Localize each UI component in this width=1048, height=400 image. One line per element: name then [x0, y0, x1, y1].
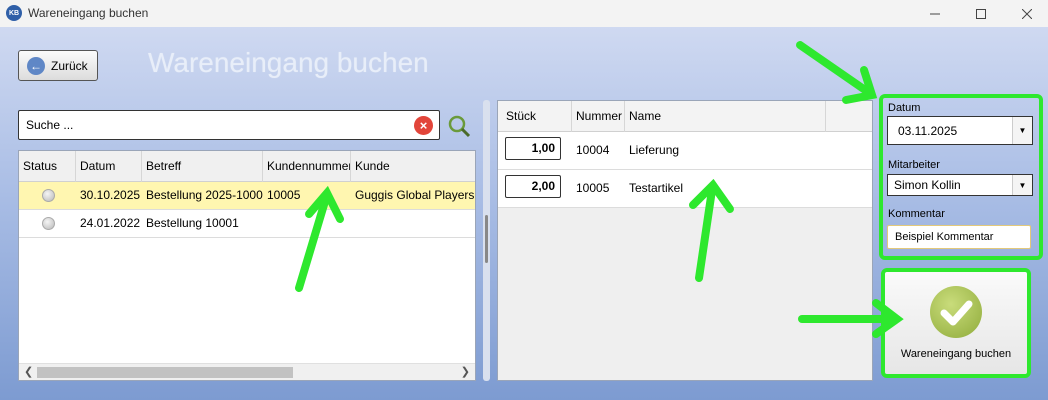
status-indicator-icon	[42, 189, 55, 202]
arrow-left-icon: ←	[27, 56, 45, 75]
maximize-icon[interactable]	[958, 0, 1004, 27]
betreff-cell: Bestellung 2025-10002	[146, 188, 263, 202]
kundennummer-cell: 10005	[267, 188, 301, 202]
table-row[interactable]: 2,00 10005 Testartikel	[498, 170, 872, 208]
betreff-cell: Bestellung 10001	[146, 216, 239, 230]
status-cell	[19, 182, 76, 209]
back-button-label: Zurück	[51, 58, 88, 73]
scroll-right-icon[interactable]: ❯	[461, 365, 470, 378]
column-header-name[interactable]: Name	[625, 101, 826, 132]
column-header-datum[interactable]: Datum	[76, 151, 142, 182]
table-row[interactable]: 24.01.2022 Bestellung 10001	[19, 210, 475, 238]
column-header-nummer[interactable]: Nummer	[572, 101, 625, 132]
close-icon[interactable]	[1004, 0, 1048, 27]
kundennummer-cell	[263, 210, 351, 237]
column-header-extra	[826, 101, 872, 132]
kommentar-label: Kommentar	[888, 208, 945, 220]
scroll-left-icon[interactable]: ❮	[24, 365, 33, 378]
items-grid-header: Stück Nummer Name	[498, 101, 872, 132]
back-button[interactable]: ← Zurück	[18, 50, 98, 81]
booking-details-panel: Datum 03.11.2025 ▼ Mitarbeiter Simon Kol…	[879, 94, 1043, 260]
quantity-input[interactable]: 1,00	[505, 137, 561, 160]
mitarbeiter-select[interactable]: Simon Kollin ▼	[887, 174, 1033, 196]
orders-grid-header: Status Datum Betreff Kundennummer Kunde	[19, 151, 475, 182]
page-title: Wareneingang buchen	[148, 47, 429, 78]
dropdown-arrow-icon[interactable]: ▼	[1012, 175, 1032, 195]
title-bar: KB Wareneingang buchen	[0, 0, 1048, 27]
mitarbeiter-value: Simon Kollin	[894, 178, 961, 192]
splitter-grip[interactable]	[485, 215, 488, 263]
panel-splitter[interactable]	[483, 100, 490, 381]
column-header-kunde[interactable]: Kunde	[351, 151, 475, 182]
stueck-cell: 1,00	[498, 137, 572, 164]
name-cell: Testartikel	[629, 181, 684, 195]
column-header-status[interactable]: Status	[19, 151, 76, 182]
stueck-cell: 2,00	[498, 175, 572, 202]
scrollbar-thumb[interactable]	[37, 367, 293, 378]
book-button-label: Wareneingang buchen	[900, 348, 1012, 360]
checkmark-icon	[930, 286, 982, 338]
kommentar-field[interactable]: Beispiel Kommentar	[887, 225, 1031, 249]
datum-picker[interactable]: 03.11.2025 ▼	[887, 116, 1033, 145]
kunde-cell: Guggis Global Players	[355, 188, 475, 202]
nummer-cell: 10004	[576, 143, 610, 157]
search-input-value: Suche ...	[26, 118, 74, 132]
table-row[interactable]: 30.10.2025 Bestellung 2025-10002 10005 G…	[19, 182, 475, 210]
table-row[interactable]: 1,00 10004 Lieferung	[498, 132, 872, 170]
minimize-icon[interactable]	[912, 0, 958, 27]
column-header-stueck[interactable]: Stück	[498, 101, 572, 132]
clear-search-icon[interactable]: ×	[414, 116, 433, 135]
window-title: Wareneingang buchen	[28, 6, 149, 20]
status-indicator-icon	[42, 217, 55, 230]
app-logo-icon: KB	[6, 5, 22, 21]
datum-cell: 30.10.2025	[80, 188, 141, 202]
datum-value: 03.11.2025	[898, 123, 958, 138]
orders-grid: Status Datum Betreff Kundennummer Kunde …	[18, 150, 476, 381]
search-icon[interactable]	[447, 114, 471, 138]
quantity-input[interactable]: 2,00	[505, 175, 561, 198]
book-goods-receipt-button[interactable]: Wareneingang buchen	[881, 268, 1031, 378]
column-header-betreff[interactable]: Betreff	[142, 151, 263, 182]
mitarbeiter-label: Mitarbeiter	[888, 159, 940, 171]
datum-cell: 24.01.2022	[80, 216, 141, 230]
horizontal-scrollbar[interactable]: ❮ ❯	[19, 363, 475, 380]
main-area: ← Zurück Wareneingang buchen Suche ... ×…	[0, 27, 1048, 400]
column-header-kundennummer[interactable]: Kundennummer	[263, 151, 351, 182]
status-cell	[19, 210, 76, 237]
search-input[interactable]: Suche ... ×	[18, 110, 440, 140]
nummer-cell: 10005	[576, 181, 610, 195]
items-grid: Stück Nummer Name 1,00 10004 Lieferung 2…	[497, 100, 873, 381]
dropdown-arrow-icon[interactable]: ▼	[1012, 117, 1032, 144]
name-cell: Lieferung	[629, 143, 680, 157]
datum-label: Datum	[888, 102, 921, 114]
kunde-cell	[351, 210, 475, 237]
